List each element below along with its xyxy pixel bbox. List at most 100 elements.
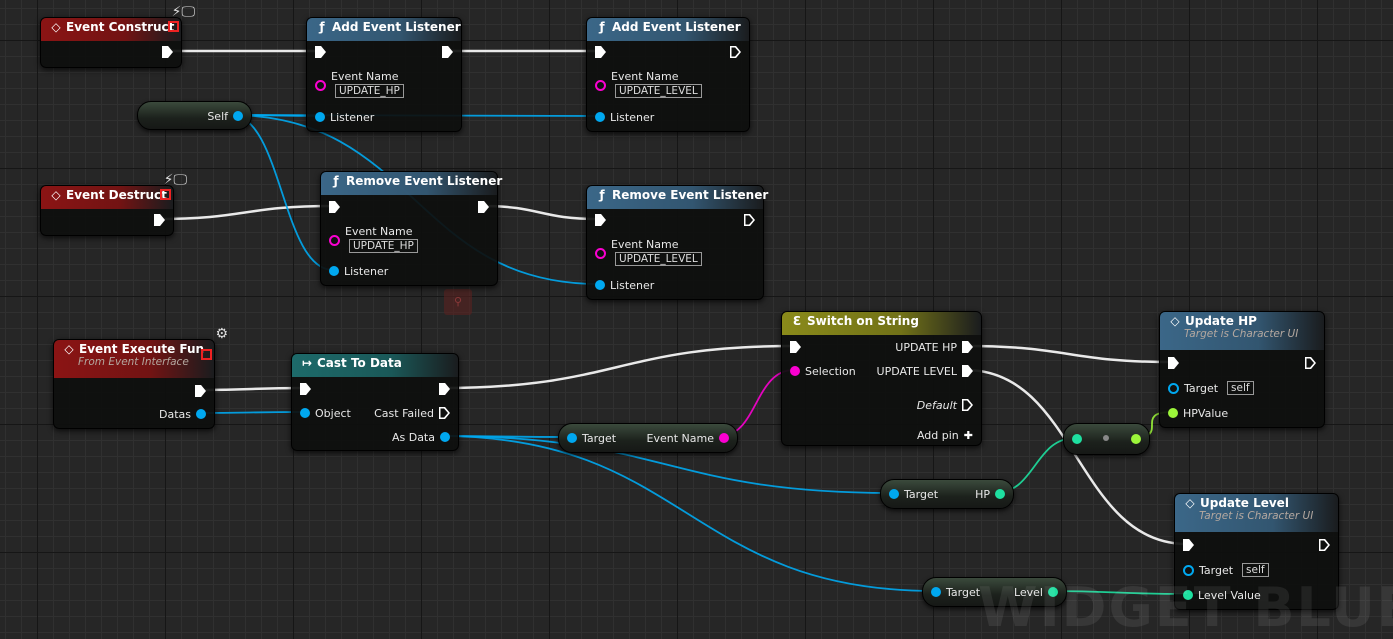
pin-exec[interactable] (300, 382, 311, 396)
object-pin-icon[interactable] (315, 112, 325, 122)
pin-exec-open[interactable] (744, 213, 755, 227)
pin-listener[interactable]: Listener (595, 110, 659, 124)
exec-pin-icon[interactable] (439, 383, 450, 395)
exec-pin-icon[interactable] (329, 201, 340, 213)
pin-hpvalue[interactable]: HPValue (1168, 406, 1233, 420)
node-remove-listener-2[interactable]: ƒ Remove Event Listener Event Name UPDATE_L… (586, 185, 768, 300)
pin-default[interactable]: Default (912, 398, 973, 412)
node-self[interactable]: Self (137, 101, 252, 130)
exec-pin-icon[interactable] (744, 214, 755, 226)
delegate-pin[interactable] (160, 189, 171, 200)
exec-wire[interactable] (157, 204, 333, 221)
pin-target[interactable]: Target self (1168, 381, 1254, 395)
node-convert[interactable] (1063, 423, 1150, 455)
pin-target[interactable]: Target self (1183, 563, 1269, 577)
pin-exec-open[interactable] (1319, 538, 1330, 552)
exec-pin-icon[interactable] (1168, 357, 1179, 369)
pin-exec[interactable] (790, 340, 801, 354)
event-name-field[interactable]: UPDATE_LEVEL (615, 252, 702, 266)
pin-exec[interactable] (1183, 538, 1194, 552)
object-ring-pin-icon[interactable] (1183, 564, 1194, 576)
pin-exec[interactable] (1168, 356, 1179, 370)
pin-exec[interactable] (315, 45, 326, 59)
exec-pin-icon[interactable] (315, 46, 326, 58)
exec-pin-icon[interactable] (478, 201, 489, 213)
pin-exec[interactable] (478, 200, 489, 214)
pin-listener[interactable]: Listener (595, 278, 659, 292)
pin-float[interactable] (1131, 432, 1141, 446)
node-switch-on-string[interactable]: Ɛ Switch on String UPDATE HP Selection UPDAT… (781, 311, 982, 446)
node-update-hp[interactable]: ◇ Update HP Target is Character UI Target se… (1159, 311, 1325, 428)
exec-pin-icon[interactable] (195, 385, 206, 397)
object-pin-icon[interactable] (567, 433, 577, 443)
exec-pin-icon[interactable] (162, 46, 173, 58)
event-name-field[interactable]: UPDATE_HP (335, 84, 404, 98)
exec-pin-icon[interactable] (790, 341, 801, 353)
pin-event-name[interactable]: Event Name UPDATE_HP (329, 225, 418, 253)
pin-event-name[interactable]: Event Name UPDATE_LEVEL (595, 238, 702, 266)
pin-exec-open[interactable] (730, 45, 741, 59)
event-name-field[interactable]: UPDATE_LEVEL (615, 84, 702, 98)
node-get-event-name[interactable]: Target Event Name (558, 423, 738, 453)
string-pin-icon[interactable] (790, 366, 800, 376)
node-event-destruct[interactable]: ◇ Event Destruct ⚡🖵 (40, 172, 187, 236)
node-add-listener-1[interactable]: ƒ Add Event Listener Event Name UPDATE_HP Li… (306, 17, 462, 132)
pin-add-pin[interactable]: ✚ Add pin (912, 428, 973, 442)
exec-pin-icon[interactable] (1305, 357, 1316, 369)
object-pin-icon[interactable] (595, 112, 605, 122)
pin-int[interactable] (1072, 432, 1082, 446)
delegate-pin[interactable] (168, 21, 179, 32)
exec-wire[interactable] (199, 386, 305, 392)
pin-listener[interactable]: Listener (315, 110, 379, 124)
pin-update-hp[interactable]: UPDATE HP (890, 340, 973, 354)
event-name-field[interactable]: UPDATE_HP (349, 239, 418, 253)
exec-pin-icon[interactable] (962, 399, 973, 411)
string-pin-icon[interactable] (595, 79, 606, 91)
exec-pin-icon[interactable] (154, 214, 165, 226)
object-pin-icon[interactable] (931, 587, 941, 597)
pin-update-level[interactable]: UPDATE LEVEL (872, 364, 973, 378)
int-pin-icon[interactable] (995, 489, 1005, 499)
string-pin-icon[interactable] (329, 234, 340, 246)
object-pin-icon[interactable] (889, 489, 899, 499)
pin-exec[interactable] (162, 45, 173, 59)
float-pin-icon[interactable] (1131, 434, 1141, 444)
object-pin-icon[interactable] (196, 409, 206, 419)
int-pin-icon[interactable] (1072, 434, 1082, 444)
pin-hp[interactable]: HP (970, 487, 1005, 501)
exec-pin-icon[interactable] (439, 407, 450, 419)
object-pin-icon[interactable] (300, 408, 310, 418)
pin-exec[interactable] (595, 213, 606, 227)
object-pin-icon[interactable] (440, 432, 450, 442)
object-ring-pin-icon[interactable] (1168, 382, 1179, 394)
pin-event-name[interactable]: Event Name UPDATE_LEVEL (595, 70, 702, 98)
pin-exec[interactable] (154, 213, 165, 227)
node-add-listener-2[interactable]: ƒ Add Event Listener Event Name UPDATE_LEVE… (586, 17, 750, 132)
target-field[interactable]: self (1227, 381, 1254, 395)
exec-pin-icon[interactable] (595, 214, 606, 226)
exec-wire[interactable] (481, 204, 599, 221)
pin-exec[interactable] (329, 200, 340, 214)
pin-as-data[interactable]: As Data (387, 430, 450, 444)
exec-pin-icon[interactable] (442, 46, 453, 58)
string-pin-icon[interactable] (719, 433, 729, 443)
pin-target[interactable]: Target (931, 585, 985, 599)
string-pin-icon[interactable] (595, 247, 606, 259)
object-pin-icon[interactable] (233, 111, 243, 121)
exec-pin-icon[interactable] (300, 383, 311, 395)
pin-object[interactable]: Object (300, 406, 356, 420)
exec-wire[interactable] (965, 368, 1188, 546)
exec-wire[interactable] (965, 344, 1172, 364)
node-cast-to-data[interactable]: ↦ Cast To Data Object Cast Failed As Data (291, 353, 459, 451)
pin-target[interactable]: Target (567, 431, 621, 445)
delegate-pin[interactable] (201, 349, 212, 360)
pin-exec[interactable] (595, 45, 606, 59)
float-pin-icon[interactable] (1168, 408, 1178, 418)
pin-exec[interactable] (439, 382, 450, 396)
pin-exec-open[interactable] (1305, 356, 1316, 370)
plus-icon[interactable]: ✚ (964, 429, 973, 442)
object-pin-icon[interactable] (595, 280, 605, 290)
node-get-hp[interactable]: Target HP (880, 479, 1014, 509)
object-wire[interactable] (439, 435, 572, 438)
string-pin-icon[interactable] (315, 79, 326, 91)
